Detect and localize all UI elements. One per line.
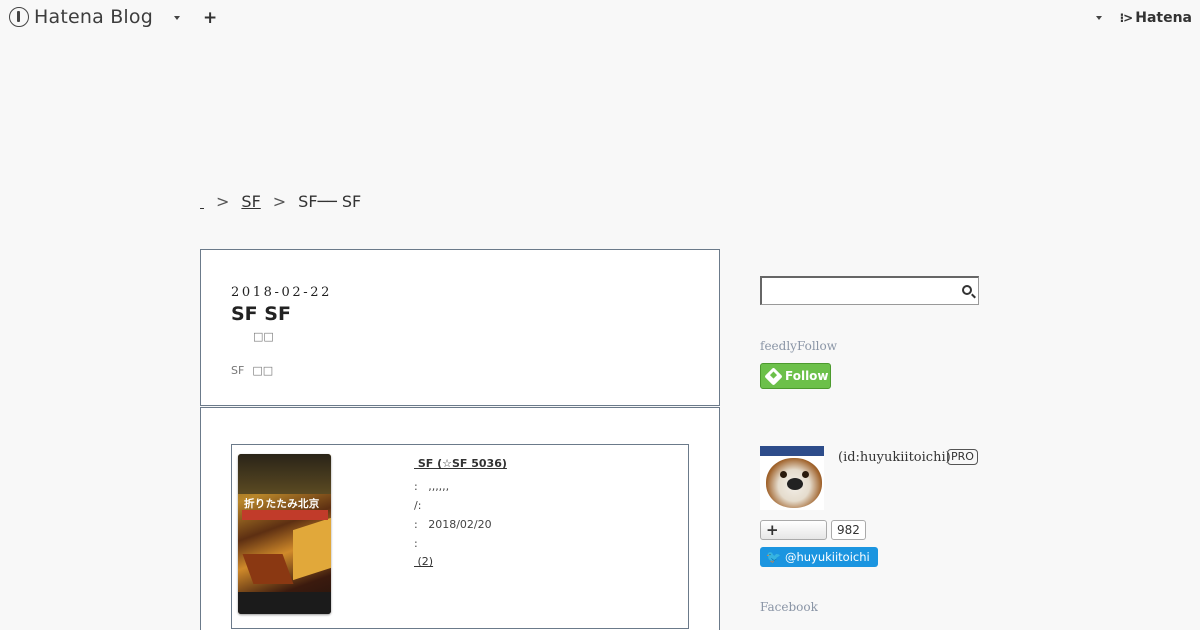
book-card: 折りたたみ北京 SF (☆SF 5036) : ,,,,,, /: : 2018… (231, 444, 689, 629)
breadcrumb-category[interactable]: SF (241, 192, 260, 211)
entry-subtitle: □□ (253, 330, 274, 343)
facebook-heading: Facebook (760, 600, 818, 614)
book-media: : (414, 537, 418, 550)
breadcrumb: > SF > SF── SF (200, 192, 361, 211)
breadcrumb-separator: > (216, 192, 230, 211)
search-icon[interactable] (962, 285, 972, 295)
cover-top (238, 454, 331, 494)
avatar-nose (787, 478, 803, 490)
entry-categories: SF □□ (231, 364, 273, 377)
user-menu-chevron-icon[interactable] (1096, 16, 1102, 20)
cover-bottom (238, 592, 331, 614)
entry-title[interactable]: SF SF (231, 303, 291, 325)
avatar-band (760, 446, 824, 456)
logo-text: Hatena Blog (34, 6, 153, 28)
cover-shape (242, 554, 294, 584)
book-reviews-link[interactable]: (2) (414, 555, 433, 568)
feedly-follow-button[interactable]: Follow (760, 363, 831, 389)
avatar[interactable] (760, 446, 824, 510)
entry-date[interactable]: 2018-02-22 (231, 285, 332, 300)
feedly-icon (764, 366, 783, 386)
breadcrumb-current: SF── SF (298, 192, 362, 211)
book-release-date: : 2018/02/20 (414, 518, 492, 531)
pro-badge: PRO (947, 449, 978, 465)
cover-title: 折りたたみ北京 (244, 498, 320, 510)
book-cover-image[interactable]: 折りたたみ北京 (238, 454, 331, 614)
avatar-eye (802, 471, 809, 478)
hatena-logo-icon (9, 7, 29, 27)
avatar-eye (780, 471, 787, 478)
hatena-blog-logo[interactable]: Hatena Blog (9, 6, 153, 28)
breadcrumb-separator: > (272, 192, 287, 211)
profile-id[interactable]: (id:huyukiitoichi) (838, 450, 951, 465)
plus-icon: + (766, 521, 779, 539)
entry-header: 2018-02-22 SF SF □□ SF □□ (200, 249, 720, 406)
cover-band (242, 510, 328, 520)
breadcrumb-home[interactable] (200, 195, 204, 209)
subscriber-count: 982 (831, 520, 866, 540)
twitter-follow-button[interactable]: 🐦 @huyukiitoichi (760, 547, 878, 567)
book-title-link[interactable]: SF (☆SF 5036) (414, 457, 507, 470)
category-prefix[interactable]: SF (231, 364, 244, 377)
hatena-mark-icon: ⁝> (1119, 11, 1134, 25)
feedly-heading: feedlyFollow (760, 339, 838, 353)
subscribe-button[interactable]: + (760, 520, 827, 540)
twitter-bird-icon: 🐦 (766, 550, 781, 564)
cover-shape (293, 517, 331, 581)
twitter-handle: @huyukiitoichi (784, 550, 870, 564)
chevron-down-icon[interactable] (174, 16, 180, 20)
entry-body: 折りたたみ北京 SF (☆SF 5036) : ,,,,,, /: : 2018… (200, 407, 720, 630)
search-input[interactable] (760, 276, 979, 305)
category-tag[interactable]: □□ (252, 364, 273, 377)
hatena-link[interactable]: ⁝> Hatena (1120, 10, 1192, 26)
hatena-label: Hatena (1135, 10, 1192, 26)
book-authors: : ,,,,,, (414, 480, 450, 493)
top-bar: Hatena Blog + ⁝> Hatena (0, 0, 1200, 38)
feedly-button-label: Follow (785, 369, 829, 383)
book-publisher: /: (414, 499, 422, 512)
add-icon[interactable]: + (203, 9, 217, 27)
